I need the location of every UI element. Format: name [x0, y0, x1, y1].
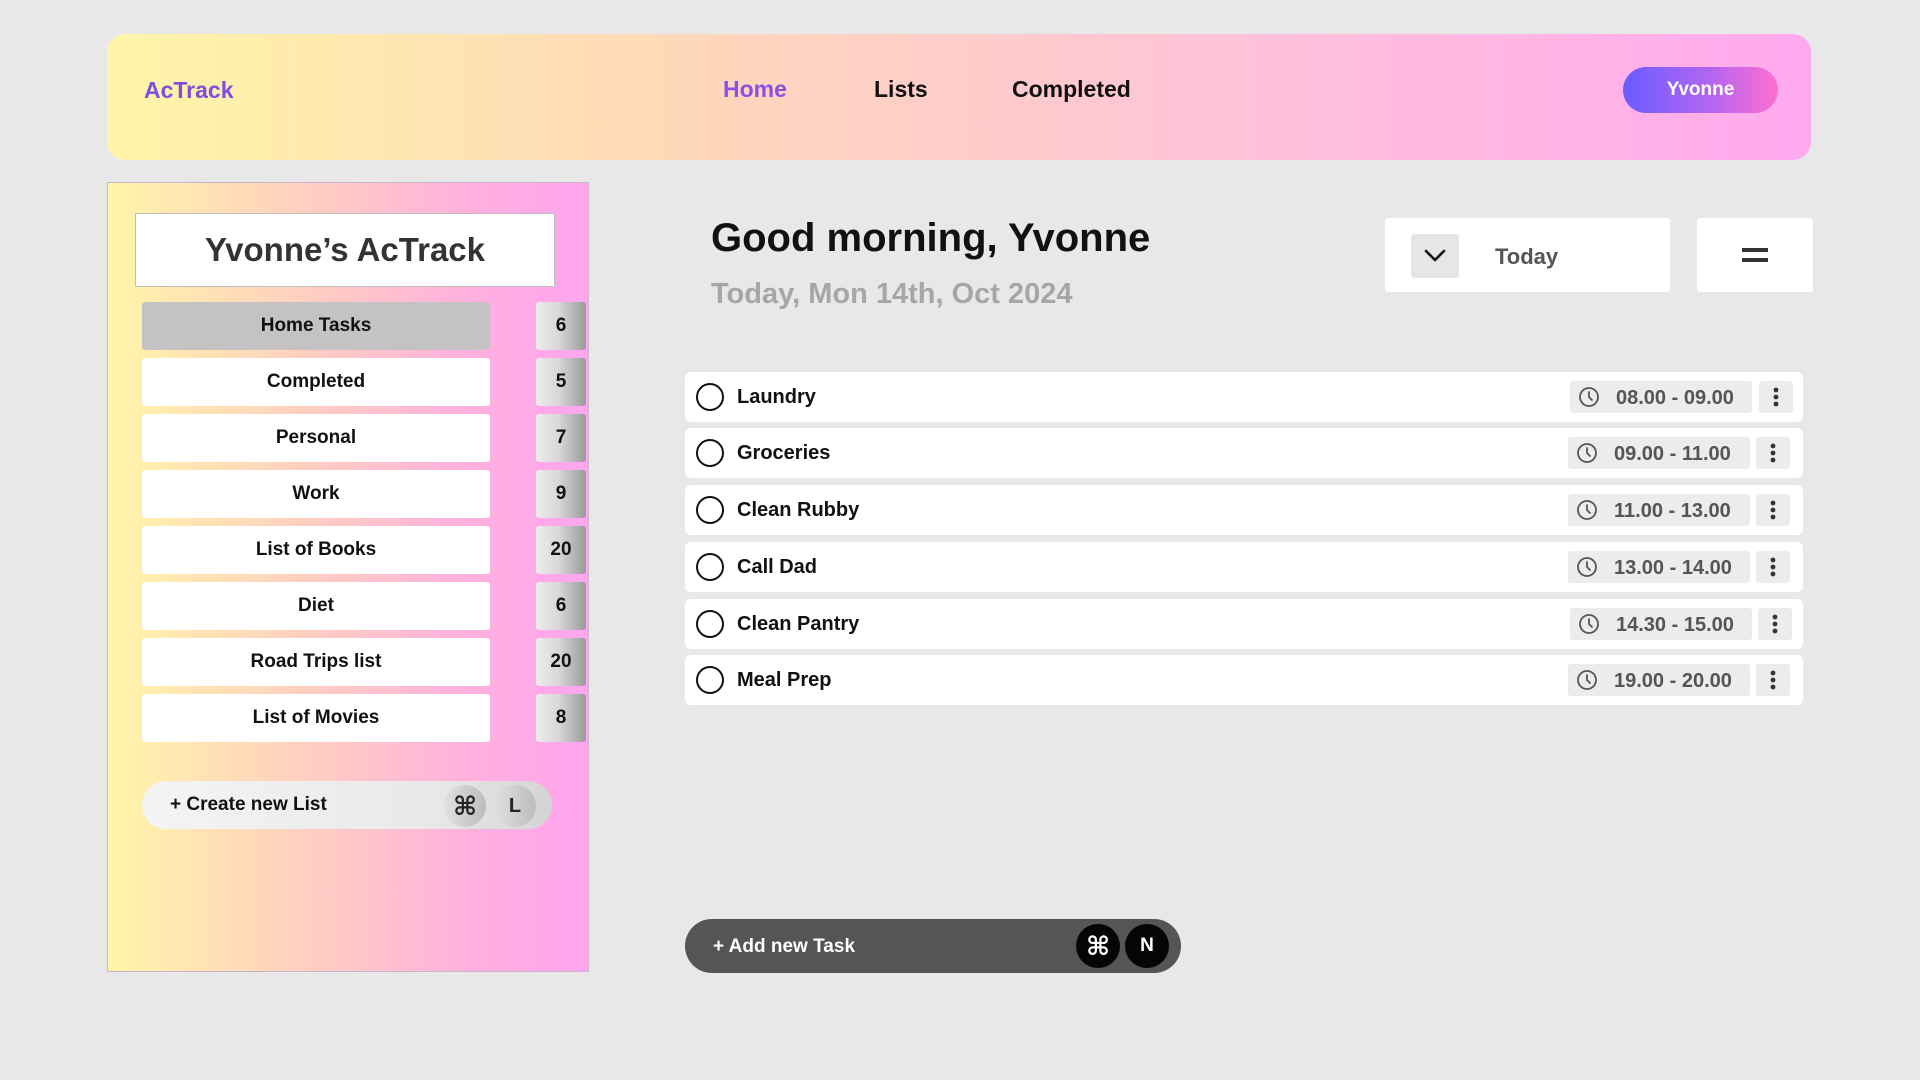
task-time: 13.00 - 14.00 [1614, 557, 1732, 579]
task-time: 11.00 - 13.00 [1614, 500, 1731, 522]
add-task-label: + Add new Task [713, 936, 856, 957]
sidebar-list-item[interactable]: Work 9 [142, 470, 586, 518]
task-row[interactable]: Call Dad 13.00 - 14.00 [685, 542, 1803, 592]
date-filter-dropdown[interactable]: Today [1385, 218, 1670, 292]
task-checkbox[interactable] [696, 666, 724, 694]
sidebar-list-item[interactable]: List of Movies 8 [142, 694, 586, 742]
task-time: 09.00 - 11.00 [1614, 443, 1731, 465]
task-name: Clean Rubby [737, 499, 860, 521]
more-vertical-icon[interactable] [1756, 664, 1790, 696]
nav-completed[interactable]: Completed [1012, 76, 1131, 103]
task-name: Clean Pantry [737, 613, 860, 635]
task-time-badge: 14.30 - 15.00 [1570, 608, 1752, 640]
sidebar-list-item[interactable]: Home Tasks 6 [142, 302, 586, 350]
list-name[interactable]: Diet [142, 582, 490, 630]
sidebar-list-item[interactable]: Road Trips list 20 [142, 638, 586, 686]
list-name[interactable]: List of Movies [142, 694, 490, 742]
clock-icon [1577, 500, 1597, 520]
menu-icon [1742, 248, 1768, 262]
command-icon: ⌘ [444, 785, 486, 827]
list-count-badge: 6 [536, 302, 586, 350]
list-name[interactable]: Home Tasks [142, 302, 490, 350]
task-name: Groceries [737, 442, 831, 464]
list-count-badge: 5 [536, 358, 586, 406]
sidebar: Yvonne’s AcTrack Home Tasks 6 Completed … [107, 182, 589, 972]
more-vertical-icon[interactable] [1758, 608, 1792, 640]
menu-button[interactable] [1697, 218, 1813, 292]
more-vertical-icon[interactable] [1756, 551, 1790, 583]
list-name[interactable]: Road Trips list [142, 638, 490, 686]
create-list-label: + Create new List [170, 794, 327, 815]
task-checkbox[interactable] [696, 439, 724, 467]
chevron-down-icon[interactable] [1411, 234, 1459, 278]
sidebar-list-item[interactable]: Completed 5 [142, 358, 586, 406]
task-name: Call Dad [737, 556, 818, 578]
task-checkbox[interactable] [696, 610, 724, 638]
task-time-badge: 11.00 - 13.00 [1568, 494, 1750, 526]
sidebar-list-item[interactable]: Personal 7 [142, 414, 586, 462]
list-name[interactable]: Work [142, 470, 490, 518]
list-name[interactable]: Personal [142, 414, 490, 462]
brand-logo[interactable]: AcTrack [144, 77, 234, 104]
list-count-badge: 9 [536, 470, 586, 518]
shortcut-key: N [1125, 924, 1169, 968]
list-count-badge: 20 [536, 638, 586, 686]
clock-icon [1577, 443, 1597, 463]
user-profile-button[interactable]: Yvonne [1623, 67, 1778, 113]
task-time-badge: 13.00 - 14.00 [1568, 551, 1750, 583]
task-time: 19.00 - 20.00 [1614, 670, 1732, 692]
greeting-heading: Good morning, Yvonne [711, 216, 1151, 260]
task-time-badge: 09.00 - 11.00 [1568, 437, 1750, 469]
task-time-badge: 08.00 - 09.00 [1570, 381, 1752, 413]
list-count-badge: 8 [536, 694, 586, 742]
task-checkbox[interactable] [696, 496, 724, 524]
nav-lists[interactable]: Lists [874, 76, 928, 103]
sidebar-title: Yvonne’s AcTrack [135, 213, 555, 287]
task-row[interactable]: Groceries 09.00 - 11.00 [685, 428, 1803, 478]
top-navigation-bar: AcTrack Home Lists Completed Yvonne [107, 34, 1811, 160]
clock-icon [1577, 670, 1597, 690]
more-vertical-icon[interactable] [1756, 437, 1790, 469]
task-time: 14.30 - 15.00 [1616, 614, 1734, 636]
task-row[interactable]: Meal Prep 19.00 - 20.00 [685, 655, 1803, 705]
clock-icon [1579, 387, 1599, 407]
clock-icon [1577, 557, 1597, 577]
sidebar-list-item[interactable]: Diet 6 [142, 582, 586, 630]
task-checkbox[interactable] [696, 553, 724, 581]
sidebar-list-item[interactable]: List of Books 20 [142, 526, 586, 574]
nav-home[interactable]: Home [723, 76, 787, 103]
task-checkbox[interactable] [696, 383, 724, 411]
clock-icon [1579, 614, 1599, 634]
list-name[interactable]: List of Books [142, 526, 490, 574]
create-list-button[interactable]: + Create new List ⌘ L [142, 781, 552, 829]
task-row[interactable]: Clean Pantry 14.30 - 15.00 [685, 599, 1803, 649]
list-count-badge: 6 [536, 582, 586, 630]
date-filter-label: Today [1495, 244, 1559, 269]
list-name[interactable]: Completed [142, 358, 490, 406]
add-task-button[interactable]: + Add new Task ⌘ N [685, 919, 1181, 973]
more-vertical-icon[interactable] [1759, 381, 1793, 413]
task-row[interactable]: Clean Rubby 11.00 - 13.00 [685, 485, 1803, 535]
task-time-badge: 19.00 - 20.00 [1568, 664, 1750, 696]
task-name: Laundry [737, 386, 816, 408]
task-row[interactable]: Laundry 08.00 - 09.00 [685, 372, 1803, 422]
list-count-badge: 20 [536, 526, 586, 574]
current-date: Today, Mon 14th, Oct 2024 [711, 278, 1073, 310]
more-vertical-icon[interactable] [1756, 494, 1790, 526]
command-icon: ⌘ [1076, 924, 1120, 968]
task-time: 08.00 - 09.00 [1616, 387, 1734, 409]
list-count-badge: 7 [536, 414, 586, 462]
task-name: Meal Prep [737, 669, 832, 691]
shortcut-key: L [494, 785, 536, 827]
